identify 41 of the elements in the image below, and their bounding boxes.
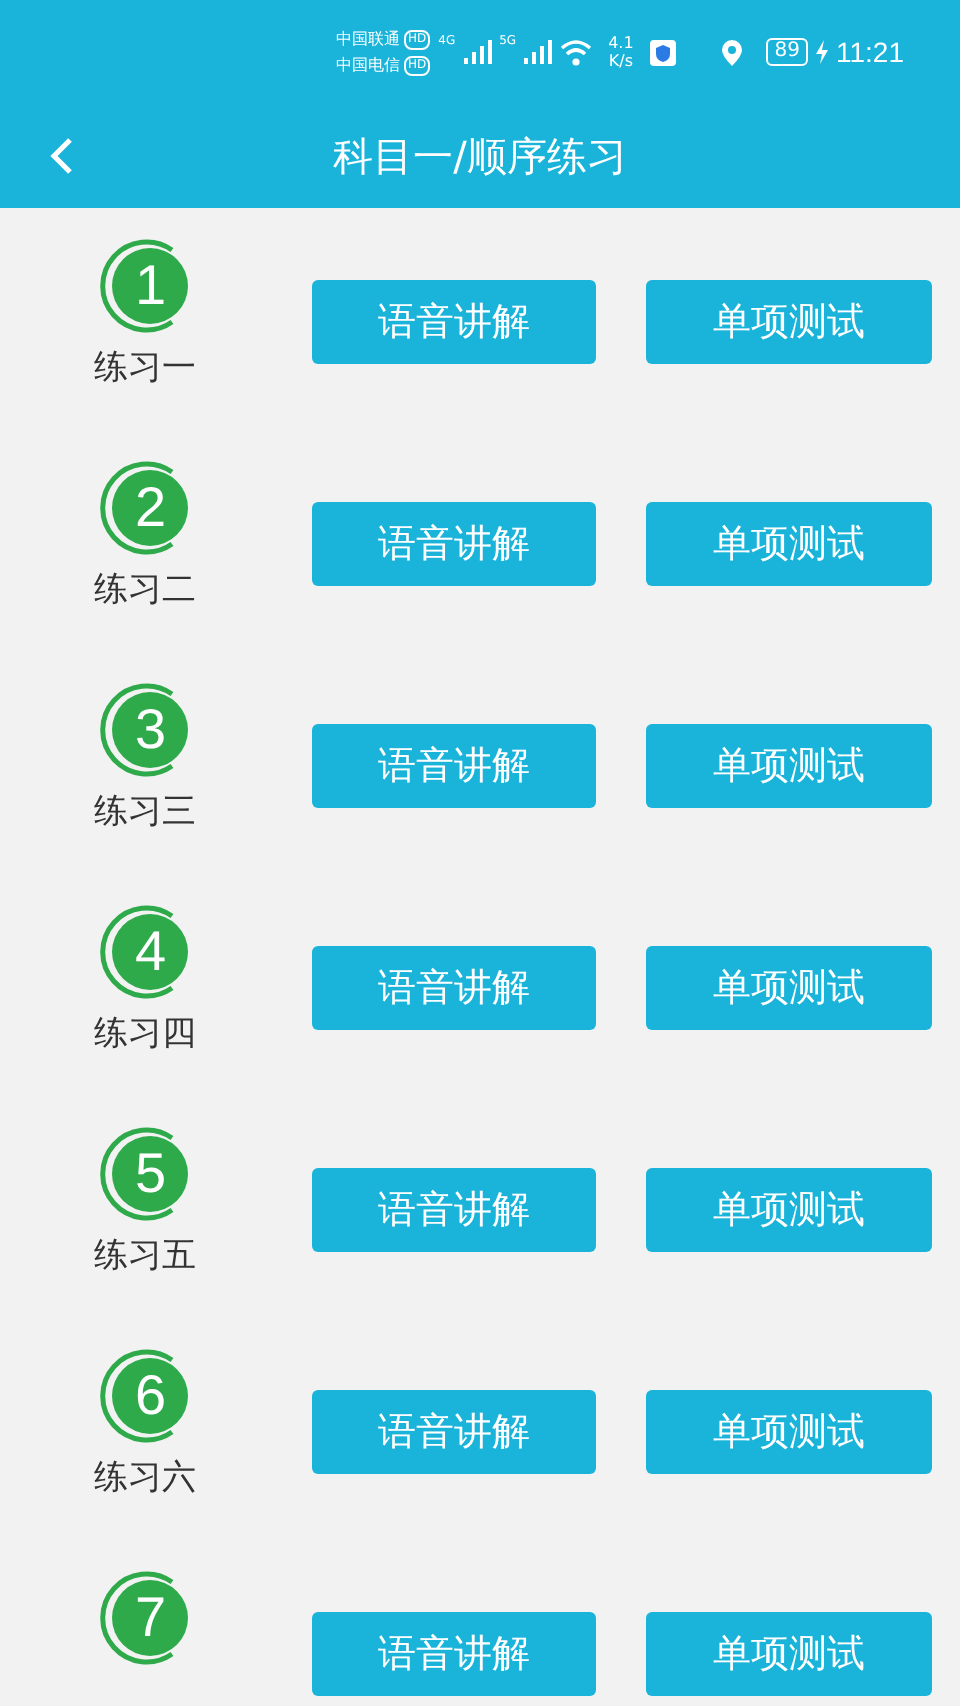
audio-explain-button[interactable]: 语音讲解 — [311, 1612, 597, 1696]
single-test-button[interactable]: 单项测试 — [646, 724, 933, 808]
clock-time: 11:21 — [836, 36, 904, 68]
signal-icon — [463, 40, 492, 64]
number-badge: 2 — [112, 470, 189, 546]
carrier-name: 中国电信 — [336, 54, 400, 76]
number-badge: 5 — [112, 1136, 189, 1212]
charging-icon — [816, 40, 828, 64]
exercise-label: 练习三 — [93, 790, 196, 834]
number-badge: 6 — [112, 1358, 189, 1434]
exercise-label: 练习二 — [93, 568, 196, 612]
single-test-button[interactable]: 单项测试 — [646, 502, 933, 586]
audio-explain-button[interactable]: 语音讲解 — [311, 1168, 597, 1252]
audio-explain-button[interactable]: 语音讲解 — [311, 946, 597, 1030]
page-title: 科目一/顺序练习 — [333, 129, 627, 183]
exercise-label: 练习五 — [93, 1234, 196, 1278]
back-icon — [48, 136, 76, 176]
exercise-label: 练习六 — [93, 1456, 196, 1500]
location-icon — [722, 39, 743, 65]
exercise-label: 练习四 — [93, 1012, 196, 1056]
wifi-icon — [560, 39, 593, 65]
single-test-button[interactable]: 单项测试 — [646, 1390, 933, 1474]
carrier-name: 中国联通 — [336, 28, 400, 50]
single-test-button[interactable]: 单项测试 — [646, 1168, 933, 1252]
audio-explain-button[interactable]: 语音讲解 — [311, 502, 597, 586]
speed-unit: K/s — [608, 52, 633, 70]
number-badge: 1 — [112, 248, 189, 324]
number-badge: 7 — [112, 1580, 189, 1656]
audio-explain-button[interactable]: 语音讲解 — [311, 280, 597, 364]
single-test-button[interactable]: 单项测试 — [646, 280, 933, 364]
single-test-button[interactable]: 单项测试 — [646, 1612, 933, 1696]
audio-explain-button[interactable]: 语音讲解 — [311, 724, 597, 808]
battery-icon: 89 — [766, 38, 808, 66]
signal-icon — [524, 40, 553, 64]
shield-icon — [649, 39, 676, 65]
number-badge: 4 — [112, 914, 189, 990]
number-badge: 3 — [112, 692, 189, 768]
exercise-label: 练习一 — [93, 346, 196, 390]
audio-explain-button[interactable]: 语音讲解 — [311, 1390, 597, 1474]
single-test-button[interactable]: 单项测试 — [646, 946, 933, 1030]
speed-value: 4.1 — [608, 34, 634, 52]
